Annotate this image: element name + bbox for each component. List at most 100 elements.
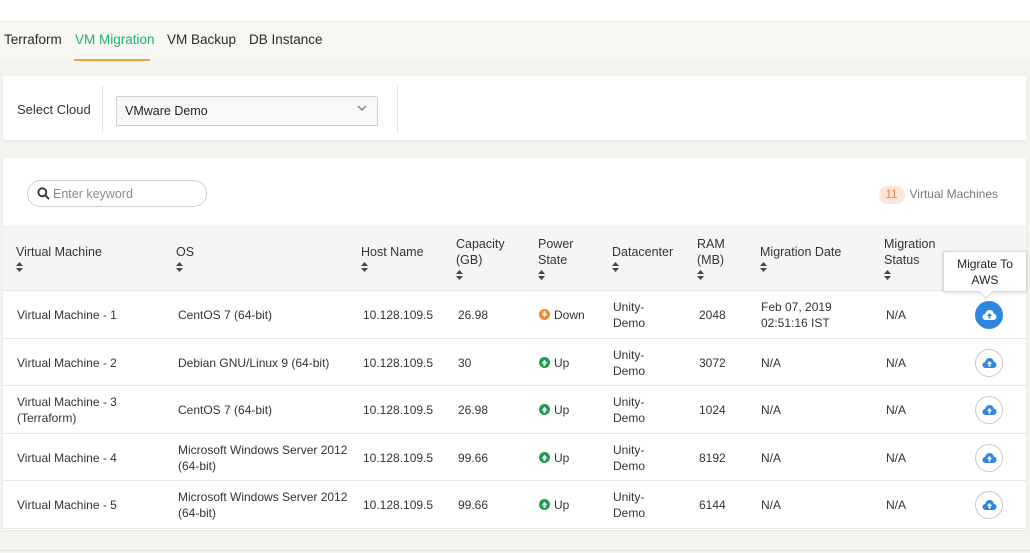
cell-ram: 1024 xyxy=(699,403,726,417)
cell-host-name: 10.128.109.5 xyxy=(363,403,434,417)
cell-host-name: 10.128.109.5 xyxy=(363,308,434,322)
cell-vm-name: Virtual Machine - 3 (Terraform) xyxy=(17,395,117,425)
cell-vm-name: Virtual Machine - 4 xyxy=(17,450,117,465)
cell-power-state: Up xyxy=(539,450,569,466)
cell-capacity: 26.98 xyxy=(458,403,489,417)
cell-capacity: 99.66 xyxy=(458,450,489,465)
cell-vm-name: Virtual Machine - 5 xyxy=(17,498,117,512)
sort-icon[interactable] xyxy=(361,262,368,272)
vm-count-label: Virtual Machines xyxy=(909,187,999,201)
cell-migration-status: N/A xyxy=(886,450,907,465)
cloud-selector-card: Select Cloud VMware Demo xyxy=(3,76,1026,140)
col-header-virtual-machine[interactable]: Virtual Machine xyxy=(16,244,156,272)
cell-migration-status: N/A xyxy=(886,308,907,322)
tooltip-text: Migrate To AWS xyxy=(957,257,1013,287)
cell-host-name: 10.128.109.5 xyxy=(363,450,434,465)
arrow-down-circle-icon xyxy=(539,309,550,320)
tab-db-instance[interactable]: DB Instance xyxy=(249,32,323,47)
cloud-upload-icon xyxy=(982,452,997,463)
cell-capacity: 26.98 xyxy=(458,308,489,322)
power-state-label: Down xyxy=(554,308,585,322)
sort-icon[interactable] xyxy=(697,270,704,280)
search-input[interactable] xyxy=(53,185,201,203)
migrate-to-aws-button[interactable] xyxy=(975,491,1003,519)
col-header-ram[interactable]: RAM (MB) xyxy=(697,236,737,280)
migrate-to-aws-button[interactable] xyxy=(975,348,1003,377)
tab-vm-migration[interactable]: VM Migration xyxy=(75,32,155,47)
cell-datacenter: Unity-Demo xyxy=(613,395,646,425)
cloud-upload-icon xyxy=(982,405,997,415)
cloud-upload-icon xyxy=(982,357,997,368)
col-header-power-state[interactable]: Power State xyxy=(538,236,588,280)
cell-power-state: Down xyxy=(539,307,585,323)
table-row: Virtual Machine - 5 Microsoft Windows Se… xyxy=(3,481,1026,529)
select-cloud-label: Select Cloud xyxy=(17,102,91,117)
col-header-os[interactable]: OS xyxy=(176,244,216,272)
table-header: Virtual Machine OS Host Name Capacity (G… xyxy=(3,226,1026,291)
cell-migration-status: N/A xyxy=(886,403,907,417)
cell-ram: 8192 xyxy=(699,450,726,465)
migrate-to-aws-button[interactable] xyxy=(975,396,1003,424)
vm-count-badge: 11 xyxy=(878,186,905,204)
cell-os: CentOS 7 (64-bit) xyxy=(178,403,273,417)
cell-migration-date: N/A xyxy=(761,355,782,370)
col-header-label: Capacity (GB) xyxy=(456,237,505,267)
divider xyxy=(397,86,398,132)
top-strip xyxy=(0,0,1030,22)
cell-migration-status: N/A xyxy=(886,498,907,512)
tab-vm-backup[interactable]: VM Backup xyxy=(167,32,236,47)
cloud-select-value: VMware Demo xyxy=(125,104,208,118)
col-header-host-name[interactable]: Host Name xyxy=(361,244,441,272)
cell-ram: 3072 xyxy=(699,355,726,370)
col-header-label: RAM (MB) xyxy=(697,237,725,267)
table-row: Virtual Machine - 2 Debian GNU/Linux 9 (… xyxy=(3,338,1026,386)
sort-icon[interactable] xyxy=(612,262,619,272)
cell-migration-date: Feb 07, 2019 02:51:16 IST xyxy=(761,300,832,330)
cell-migration-date: N/A xyxy=(761,403,782,417)
table-row: Virtual Machine - 4 Microsoft Windows Se… xyxy=(3,433,1026,481)
col-header-label: OS xyxy=(176,245,195,259)
cell-power-state: Up xyxy=(539,497,569,513)
col-header-datacenter[interactable]: Datacenter xyxy=(612,244,692,272)
table-row: Virtual Machine - 1 CentOS 7 (64-bit) 10… xyxy=(3,291,1026,339)
cloud-upload-icon xyxy=(982,500,997,510)
active-tab-indicator xyxy=(74,59,150,61)
arrow-up-circle-icon xyxy=(539,404,550,415)
arrow-up-circle-icon xyxy=(539,499,550,510)
cell-datacenter: Unity-Demo xyxy=(613,300,646,330)
col-header-migration-status[interactable]: Migration Status xyxy=(884,236,946,280)
sort-icon[interactable] xyxy=(884,270,891,280)
cell-datacenter: Unity-Demo xyxy=(613,347,646,378)
col-header-label: Host Name xyxy=(361,245,424,259)
migrate-to-aws-button[interactable] xyxy=(975,301,1003,329)
arrow-up-circle-icon xyxy=(539,451,550,463)
tab-terraform[interactable]: Terraform xyxy=(4,32,62,47)
col-header-migration-date[interactable]: Migration Date xyxy=(760,244,870,272)
migrate-to-aws-button[interactable] xyxy=(975,443,1003,472)
divider xyxy=(0,550,1030,551)
cell-datacenter: Unity-Demo xyxy=(613,442,646,473)
migrate-tooltip: Migrate To AWS xyxy=(943,251,1027,300)
sort-icon[interactable] xyxy=(16,262,23,272)
arrow-up-circle-icon xyxy=(539,356,550,368)
col-header-label: Datacenter xyxy=(612,245,674,259)
sort-icon[interactable] xyxy=(176,262,183,272)
col-header-label: Virtual Machine xyxy=(16,245,102,259)
cell-os: CentOS 7 (64-bit) xyxy=(178,308,273,322)
sort-icon[interactable] xyxy=(760,262,767,272)
sort-icon[interactable] xyxy=(456,270,463,280)
tab-bar: Terraform VM Migration VM Backup DB Inst… xyxy=(0,22,1030,62)
cell-os: Debian GNU/Linux 9 (64-bit) xyxy=(178,355,330,370)
cloud-select[interactable]: VMware Demo xyxy=(116,96,378,126)
cell-ram: 2048 xyxy=(699,308,726,322)
cloud-upload-icon xyxy=(982,310,997,320)
sort-icon[interactable] xyxy=(538,270,545,280)
col-header-capacity[interactable]: Capacity (GB) xyxy=(456,236,516,280)
cell-migration-date: N/A xyxy=(761,450,782,465)
chevron-down-icon xyxy=(357,105,367,111)
divider xyxy=(102,86,103,132)
power-state-label: Up xyxy=(554,498,570,512)
power-state-label: Up xyxy=(554,355,570,370)
cell-power-state: Up xyxy=(539,402,569,418)
cell-datacenter: Unity-Demo xyxy=(613,490,646,520)
